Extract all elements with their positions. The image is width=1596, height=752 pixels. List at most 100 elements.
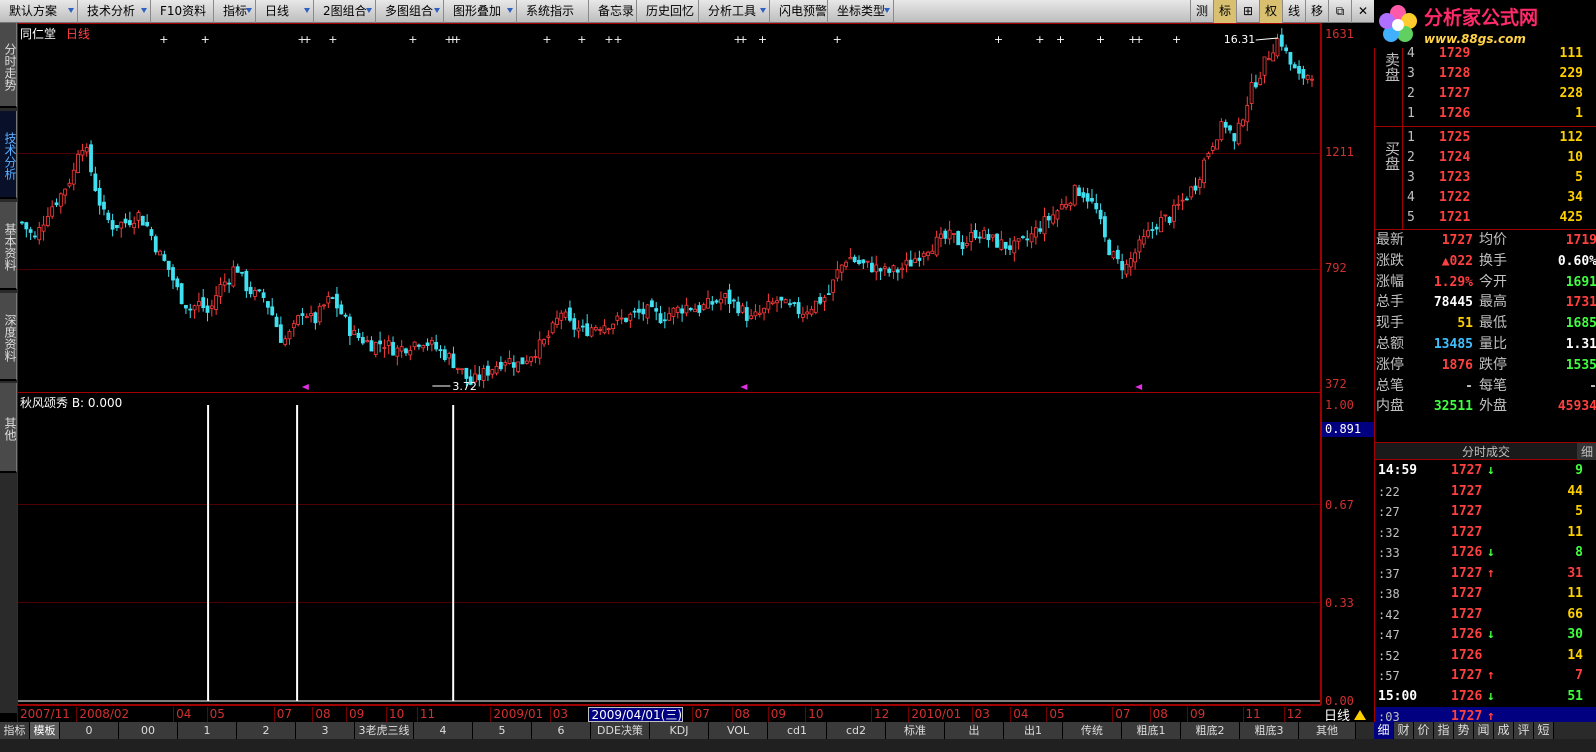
restore-window-icon[interactable]: ⧉ <box>1328 0 1351 23</box>
template-tab-16[interactable]: 标准 <box>886 722 945 739</box>
menu-9[interactable]: 备忘录 <box>589 0 637 23</box>
candle-body <box>1081 192 1086 198</box>
quote-tab-5[interactable]: 闻 <box>1474 722 1494 739</box>
template-tab-17[interactable]: 出 <box>945 722 1004 739</box>
menu-10[interactable]: 历史回忆 <box>637 0 699 23</box>
ticks-header[interactable]: 分时成交 细 <box>1375 442 1596 460</box>
template-tab-8[interactable]: 4 <box>414 722 473 739</box>
quote-tab-1[interactable]: 财 <box>1394 722 1414 739</box>
grid-icon[interactable]: ⊞ <box>1236 0 1259 23</box>
quote-tab-0[interactable]: 细 <box>1374 722 1394 739</box>
kline-chart[interactable]: + + ++ + + +++ + + + + ++ + + + + + + ++ +3.7216.31 <box>18 24 1320 392</box>
tick-row[interactable]: :22 1727 44 <box>1375 482 1596 502</box>
tick-row[interactable]: 15:00 1726 ↓ 51 <box>1375 687 1596 707</box>
template-tab-19[interactable]: 传统 <box>1063 722 1122 739</box>
move-button[interactable]: 移 <box>1305 0 1328 23</box>
tick-row[interactable]: :42 1727 66 <box>1375 605 1596 625</box>
template-tab-20[interactable]: 粗底1 <box>1122 722 1181 739</box>
quote-tab-3[interactable]: 指 <box>1434 722 1454 739</box>
menu-7[interactable]: 图形叠加 <box>444 0 517 23</box>
menu-11[interactable]: 分析工具 <box>699 0 770 23</box>
line-button[interactable]: 线 <box>1282 0 1305 23</box>
template-tab-3[interactable]: 00 <box>119 722 178 739</box>
candle-body <box>71 169 76 185</box>
tick-row[interactable]: :38 1727 11 <box>1375 584 1596 604</box>
quote-tab-8[interactable]: 短 <box>1534 722 1554 739</box>
quote-tab-2[interactable]: 价 <box>1414 722 1434 739</box>
template-tab-12[interactable]: KDJ <box>650 722 709 739</box>
candle-body <box>1124 263 1129 275</box>
template-tab-1[interactable]: 模板 <box>30 722 60 739</box>
menu-3[interactable]: 指标 <box>214 0 256 23</box>
menu-2[interactable]: F10资料 <box>151 0 214 23</box>
menu-13[interactable]: 坐标类型 <box>828 0 894 23</box>
bid-row[interactable]: 2 1724 10 <box>1403 147 1596 168</box>
quote-tab-7[interactable]: 评 <box>1514 722 1534 739</box>
measure-button[interactable]: 测 <box>1190 0 1213 23</box>
candle-body <box>309 313 313 316</box>
menu-6[interactable]: 多图组合 <box>376 0 444 23</box>
quote-tab-6[interactable]: 成 <box>1494 722 1514 739</box>
template-tab-0[interactable]: 指标 <box>0 722 30 739</box>
triangle-up-icon[interactable] <box>1354 710 1367 720</box>
candle-body <box>127 220 132 226</box>
template-tab-10[interactable]: 6 <box>532 722 591 739</box>
mark-button[interactable]: 标 <box>1213 0 1236 23</box>
template-tab-14[interactable]: cd1 <box>768 722 827 739</box>
candle-body <box>637 308 641 313</box>
template-tab-9[interactable]: 5 <box>473 722 532 739</box>
ticks-detail-button[interactable]: 细 <box>1577 443 1596 460</box>
ask-row[interactable]: 3 1728 229 <box>1403 63 1596 84</box>
tick-row[interactable]: :52 1726 14 <box>1375 646 1596 666</box>
left-tab-4[interactable]: 其他 <box>0 383 17 473</box>
template-tab-11[interactable]: DDE决策 <box>591 722 650 739</box>
candle-body <box>982 229 987 239</box>
template-tab-23[interactable]: 其他 <box>1299 722 1356 739</box>
bid-row[interactable]: 4 1722 34 <box>1403 187 1596 208</box>
indicator-panel[interactable]: 秋风颂秀 B: 0.000 <box>17 393 1321 705</box>
left-tab-3[interactable]: 深度资料 <box>0 293 17 381</box>
tick-row[interactable]: :57 1727 ↑ 7 <box>1375 666 1596 686</box>
close-icon[interactable]: ✕ <box>1351 0 1374 23</box>
candle-body <box>852 256 857 263</box>
tick-row[interactable]: :32 1727 11 <box>1375 523 1596 543</box>
ask-row[interactable]: 4 1729 111 <box>1403 43 1596 64</box>
candle-body <box>1241 119 1245 127</box>
candle-body <box>1262 56 1267 76</box>
left-tab-1[interactable]: 技术分析 <box>0 111 17 199</box>
menu-12[interactable]: 闪电预警 <box>770 0 828 23</box>
bid-row[interactable]: 5 1721 425 <box>1403 207 1596 228</box>
template-tab-18[interactable]: 出1 <box>1004 722 1063 739</box>
left-tab-0[interactable]: 分时走势 <box>0 23 17 108</box>
template-tab-4[interactable]: 1 <box>178 722 237 739</box>
tick-row[interactable]: :33 1726 ↓ 8 <box>1375 543 1596 563</box>
rights-button[interactable]: 权 <box>1259 0 1282 23</box>
template-tab-21[interactable]: 粗底2 <box>1181 722 1240 739</box>
menu-0[interactable]: 默认方案 <box>0 0 78 23</box>
bid-row[interactable]: 3 1723 5 <box>1403 167 1596 188</box>
bid-price: 1723 <box>1439 170 1471 185</box>
template-tab-2[interactable]: 0 <box>60 722 119 739</box>
menu-5[interactable]: 2图组合 <box>314 0 376 23</box>
kline-panel[interactable]: + + + + + + + + + + + + + + + + + + + + + + + +3.72 16.31 同仁堂 日线 <box>17 23 1321 393</box>
menu-8[interactable]: 系统指示 <box>517 0 589 23</box>
left-tab-2[interactable]: 基本资料 <box>0 202 17 290</box>
tick-row[interactable]: 14:59 1727 ↓ 9 <box>1375 461 1596 481</box>
template-tab-13[interactable]: VOL <box>709 722 768 739</box>
tick-row[interactable]: :47 1726 ↓ 30 <box>1375 625 1596 645</box>
menu-1[interactable]: 技术分析 <box>78 0 151 23</box>
template-tab-5[interactable]: 2 <box>237 722 296 739</box>
quote-tab-4[interactable]: 势 <box>1454 722 1474 739</box>
template-tab-7[interactable]: 3老虎三线 <box>355 722 414 739</box>
bid-row[interactable]: 1 1725 112 <box>1403 127 1596 148</box>
menu-4[interactable]: 日线 <box>256 0 314 23</box>
template-tab-22[interactable]: 粗底3 <box>1240 722 1299 739</box>
template-tab-15[interactable]: cd2 <box>827 722 886 739</box>
tick-row[interactable]: :37 1727 ↑ 31 <box>1375 564 1596 584</box>
period-selector[interactable]: 日线 <box>1321 705 1374 724</box>
tick-row[interactable]: :27 1727 5 <box>1375 502 1596 522</box>
indicator-chart[interactable] <box>18 393 1320 703</box>
ask-row[interactable]: 1 1726 1 <box>1403 103 1596 124</box>
ask-row[interactable]: 2 1727 228 <box>1403 83 1596 104</box>
template-tab-6[interactable]: 3 <box>296 722 355 739</box>
